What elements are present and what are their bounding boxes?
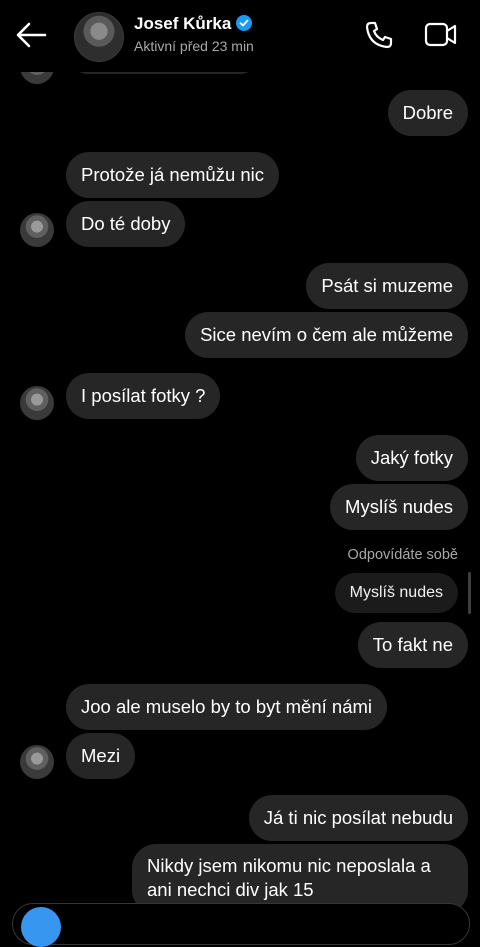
contact-name-text: Josef Kůrka — [134, 14, 232, 33]
message-bubble-outgoing[interactable]: Psát si muzeme — [306, 263, 468, 309]
camera-icon[interactable] — [21, 907, 61, 947]
message-bubble-outgoing[interactable]: Já ti nic posílat nebudu — [248, 795, 468, 841]
reply-context-label: Odpovídáte sobě — [347, 547, 458, 563]
avatar — [20, 745, 54, 779]
contact-name[interactable]: Josef Kůrka — [134, 14, 253, 34]
avatar[interactable] — [74, 12, 124, 62]
verified-badge-icon — [236, 15, 253, 31]
message-bubble-incoming[interactable]: Joo ale muselo by to byt mění námi — [66, 684, 388, 730]
reply-quoted-message[interactable]: Myslíš nudes — [334, 573, 458, 613]
message-bubble-outgoing[interactable]: Sice nevím o čem ale můžeme — [185, 312, 468, 358]
phone-icon[interactable] — [364, 20, 394, 55]
message-bubble-incoming[interactable]: Mezi — [66, 733, 136, 779]
arrow-left-icon[interactable] — [14, 20, 48, 50]
avatar — [20, 213, 54, 247]
message-bubble-incoming[interactable]: I posílat fotky ? — [66, 373, 221, 419]
chat-header: Josef Kůrka Aktivní před 23 min — [0, 0, 480, 72]
video-camera-icon[interactable] — [424, 20, 458, 55]
message-bubble-incoming[interactable]: Protože já nemůžu nic — [66, 152, 280, 198]
message-bubble-incoming[interactable]: Do té doby — [66, 201, 186, 247]
message-composer[interactable] — [12, 903, 470, 947]
message-bubble-outgoing[interactable]: Jaký fotky — [355, 435, 468, 481]
reply-indicator-bar — [468, 572, 471, 614]
message-bubble-outgoing[interactable]: Dobre — [387, 90, 468, 136]
activity-status: Aktivní před 23 min — [134, 38, 254, 54]
message-bubble-outgoing[interactable]: To fakt ne — [357, 622, 468, 668]
message-bubble-outgoing[interactable]: Myslíš nudes — [330, 484, 468, 530]
avatar — [20, 386, 54, 420]
